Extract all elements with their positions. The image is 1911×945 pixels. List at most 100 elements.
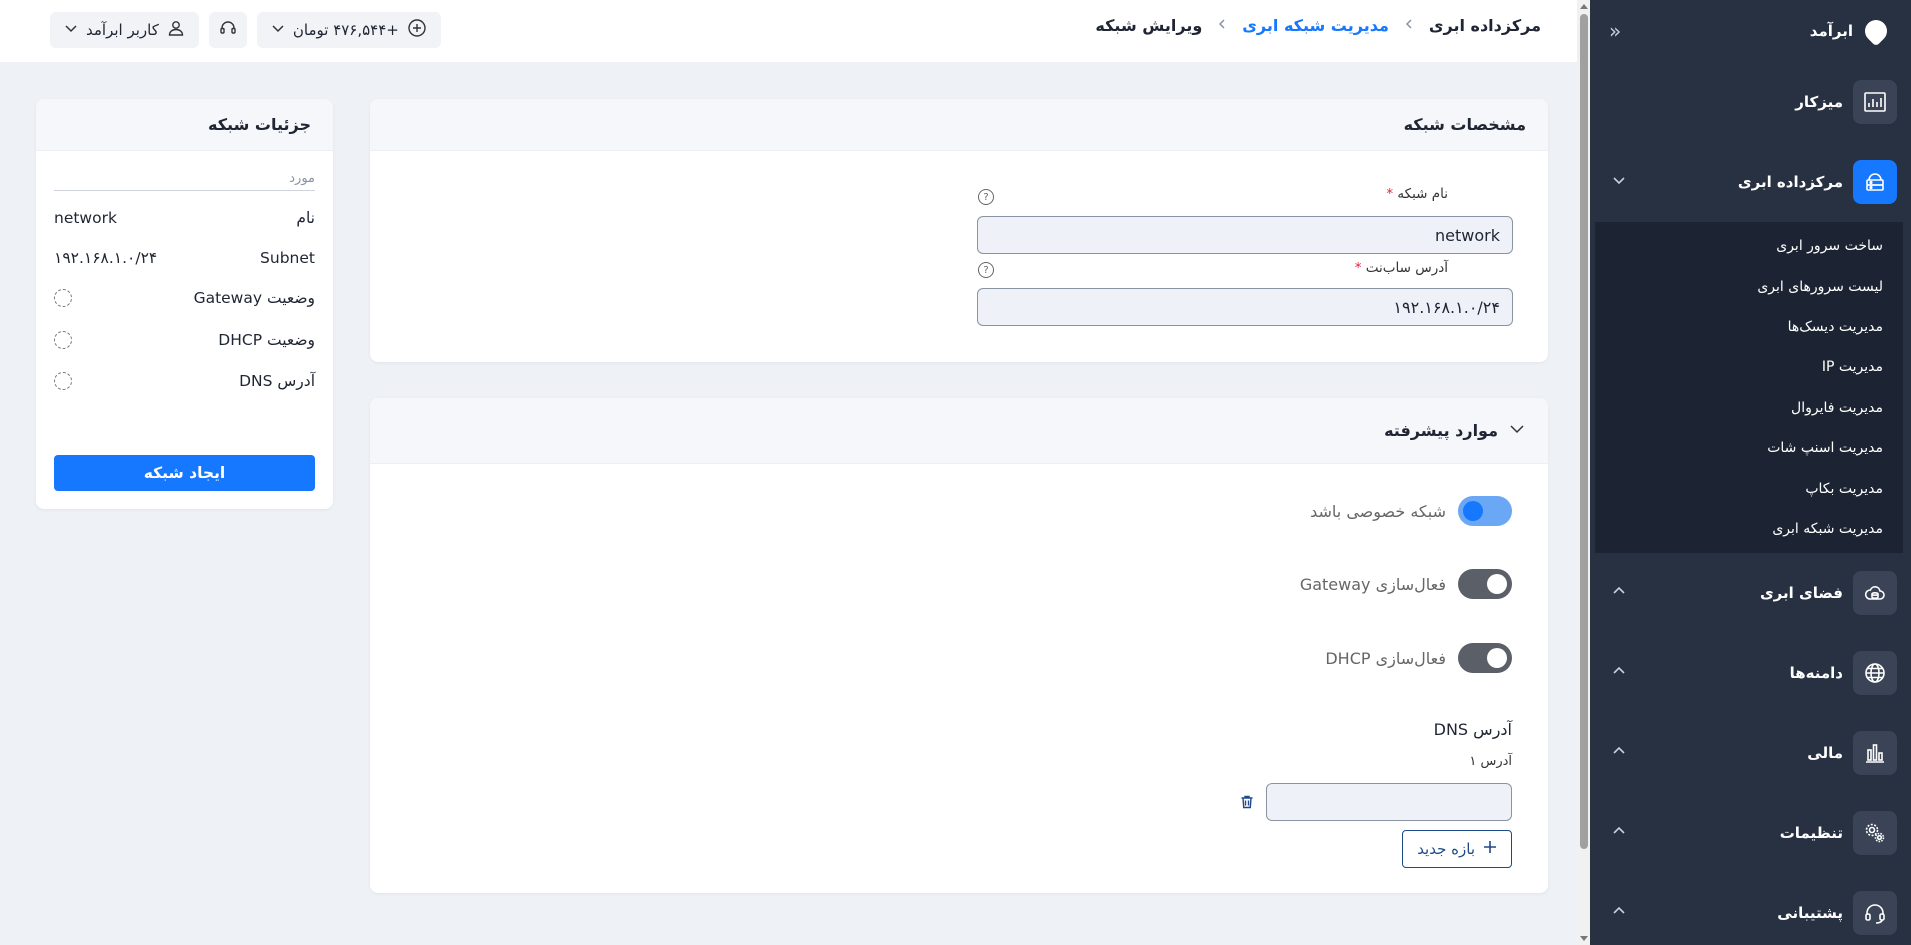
trash-icon[interactable] (1239, 794, 1255, 814)
scroll-down-arrow-icon[interactable] (1580, 936, 1588, 941)
subnet-input[interactable] (977, 288, 1513, 326)
gateway-row: فعال‌سازی Gateway (1300, 569, 1512, 599)
bar-chart-icon (1853, 731, 1897, 776)
network-details-title: جزئیات شبکه (36, 99, 333, 151)
submenu-item-snapshot[interactable]: مدیریت اسنپ شات (1595, 428, 1903, 468)
details-row-name: نام network (54, 209, 315, 227)
sidebar-item-dashboard[interactable]: میزکار (1589, 62, 1911, 142)
sidebar-item-label: میزکار (1795, 93, 1843, 111)
sidebar-scrollbar-thumb[interactable] (1580, 14, 1588, 849)
chevron-down-icon[interactable] (1611, 172, 1627, 192)
chevron-down-icon (271, 21, 285, 39)
balance-button[interactable]: +۴۷۶,۵۴۴ تومان (256, 12, 441, 48)
sidebar-item-finance[interactable]: مالی (1589, 713, 1911, 793)
chevron-up-icon[interactable] (1611, 903, 1627, 923)
gateway-toggle[interactable] (1458, 569, 1512, 599)
brand-name: ابرآمد (1809, 22, 1853, 40)
plus-icon (1483, 840, 1497, 858)
help-icon[interactable]: ? (978, 189, 994, 205)
gateway-label: فعال‌سازی Gateway (1299, 574, 1446, 594)
details-row-subnet: Subnet ۱۹۲.۱۶۸.۱.۰/۲۴ (54, 249, 315, 267)
private-network-toggle[interactable] (1458, 496, 1512, 526)
submenu-item-backup[interactable]: مدیریت بکاپ (1595, 468, 1903, 508)
subnet-label: آدرس ساب‌نت * (1354, 260, 1448, 276)
dhcp-row: فعال‌سازی DHCP (1325, 643, 1512, 673)
loading-spinner-icon (54, 289, 72, 307)
sidebar-item-datacenter[interactable]: مرکزداده ابری (1589, 142, 1911, 222)
submenu-item-disks[interactable]: مدیریت دیسک‌ها (1595, 307, 1903, 347)
advanced-card: موارد پیشرفته شبکه خصوصی باشد فعال‌سازی … (370, 398, 1548, 893)
submenu-item-ip[interactable]: مدیریت IP (1595, 347, 1903, 387)
add-range-button[interactable]: بازه جدید (1402, 830, 1512, 868)
sidebar-item-label: مرکزداده ابری (1737, 173, 1843, 191)
balance-amount: +۴۷۶,۵۴۴ تومان (292, 21, 399, 39)
datacenter-submenu: ساخت سرور ابری لیست سرورهای ابری مدیریت … (1595, 222, 1903, 554)
cloud-icon (1853, 571, 1897, 616)
user-menu-button[interactable]: کاربر ابرآمد (50, 12, 199, 48)
chevron-up-icon[interactable] (1611, 663, 1627, 683)
scroll-up-arrow-icon[interactable] (1580, 4, 1588, 9)
breadcrumb-item[interactable]: مدیریت شبکه ابری (1242, 16, 1389, 35)
dhcp-label: فعال‌سازی DHCP (1325, 648, 1446, 668)
dhcp-toggle[interactable] (1458, 643, 1512, 673)
top-bar: مرکزداده ابری مدیریت شبکه ابری ویرایش شب… (0, 0, 1577, 62)
sidebar-header: ابرآمد « (1589, 0, 1911, 62)
top-actions: کاربر ابرآمد +۴۷۶,۵۴۴ تومان (50, 12, 441, 48)
details-value: ۱۹۲.۱۶۸.۱.۰/۲۴ (54, 249, 158, 267)
submenu-item-create-server[interactable]: ساخت سرور ابری (1595, 226, 1903, 266)
brand[interactable]: ابرآمد (1810, 18, 1889, 44)
sidebar-item-label: تنظیمات (1779, 824, 1843, 843)
add-circle-icon (407, 18, 427, 42)
chevron-down-icon (1508, 420, 1526, 442)
details-key: Subnet (260, 249, 315, 267)
chevron-left-icon (1216, 18, 1228, 34)
network-name-input[interactable] (977, 216, 1513, 254)
network-name-label: نام شبکه * (1386, 186, 1448, 202)
details-row-dhcp: وضعیت DHCP (54, 331, 315, 349)
submenu-item-firewall[interactable]: مدیریت فایروال (1595, 388, 1903, 428)
details-key: وضعیت Gateway (193, 289, 315, 307)
sidebar-item-domains[interactable]: دامنه‌ها (1589, 633, 1911, 713)
sidebar-item-settings[interactable]: تنظیمات (1589, 793, 1911, 873)
user-name: کاربر ابرآمد (86, 21, 159, 39)
submenu-item-server-list[interactable]: لیست سرورهای ابری (1595, 266, 1903, 306)
create-network-button[interactable]: ایجاد شبکه (54, 455, 315, 491)
gear-icon (1853, 811, 1897, 856)
breadcrumb-item[interactable]: مرکزداده ابری (1429, 16, 1541, 35)
dns-address-input[interactable] (1266, 783, 1512, 821)
breadcrumb: مرکزداده ابری مدیریت شبکه ابری ویرایش شب… (1095, 16, 1541, 35)
help-icon[interactable]: ? (978, 262, 994, 278)
details-value: network (54, 209, 117, 227)
add-range-label: بازه جدید (1417, 840, 1475, 858)
sidebar-item-label: دامنه‌ها (1789, 664, 1843, 683)
dns-title: آدرس DNS (1433, 720, 1512, 739)
support-button[interactable] (208, 12, 247, 48)
sidebar-item-cloud-space[interactable]: فضای ابری (1589, 553, 1911, 633)
private-network-label: شبکه خصوصی باشد (1310, 501, 1446, 521)
headset-icon (1853, 891, 1897, 936)
loading-spinner-icon (54, 372, 72, 390)
submenu-item-network[interactable]: مدیریت شبکه ابری (1595, 509, 1903, 549)
chevron-left-icon (1403, 18, 1415, 34)
chevron-up-icon[interactable] (1611, 743, 1627, 763)
details-row-dns: آدرس DNS (54, 372, 315, 390)
sidebar-item-label: پشتیبانی (1777, 904, 1843, 923)
network-specs-card: مشخصات شبکه نام شبکه * ? آدرس ساب‌نت * ? (370, 99, 1548, 362)
chevron-up-icon[interactable] (1611, 583, 1627, 603)
network-details-card: جزئیات شبکه مورد نام network Subnet ۱۹۲.… (36, 99, 333, 509)
advanced-title: موارد پیشرفته (1384, 421, 1498, 440)
sidebar: ابرآمد « میزکار مرکزداده ابری ساخت سرور … (1589, 0, 1911, 945)
advanced-header[interactable]: موارد پیشرفته (370, 398, 1548, 464)
chevron-up-icon[interactable] (1611, 823, 1627, 843)
network-specs-title: مشخصات شبکه (370, 99, 1548, 151)
collapse-sidebar-icon[interactable]: « (1609, 19, 1621, 43)
loading-spinner-icon (54, 331, 72, 349)
sidebar-scrollbar[interactable] (1578, 0, 1590, 945)
server-icon (1853, 160, 1897, 204)
dns-address-label: آدرس ۱ (1469, 754, 1512, 769)
sidebar-item-support[interactable]: پشتیبانی (1589, 873, 1911, 945)
details-column-header: مورد (54, 171, 315, 191)
chevron-down-icon (64, 21, 78, 39)
sidebar-item-label: فضای ابری (1759, 584, 1843, 603)
details-key: آدرس DNS (239, 372, 315, 390)
